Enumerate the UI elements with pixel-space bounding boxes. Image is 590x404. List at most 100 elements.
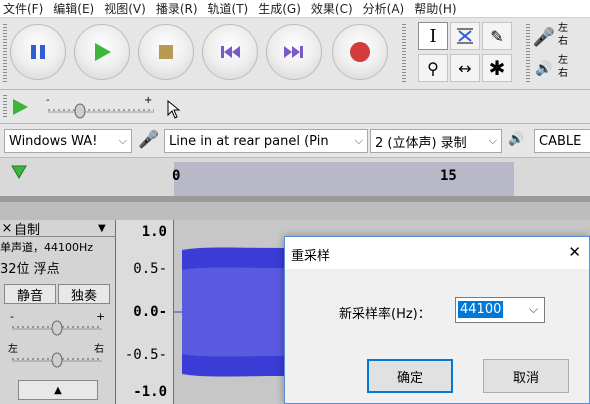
mute-button[interactable]: 静音 [4, 284, 56, 304]
record-meter-left-label: 左 [558, 23, 568, 34]
track-format-info: 单声道，44100Hz [0, 241, 94, 254]
skip-end-icon [284, 46, 303, 58]
pan-slider[interactable]: 左 右 [8, 342, 108, 368]
pause-button[interactable] [10, 24, 66, 80]
chevron-down-icon: ⌵ [488, 134, 497, 147]
svg-text:-: - [46, 95, 50, 106]
menu-bar: 文件(F) 编辑(E) 视图(V) 播录(R) 轨道(T) 生成(G) 效果(C… [0, 0, 590, 18]
menu-tracks[interactable]: 轨道(T) [205, 0, 256, 17]
microphone-icon[interactable]: 🎤 [532, 24, 556, 50]
menu-record[interactable]: 播录(R) [153, 0, 205, 17]
chevron-down-icon[interactable]: ⌵ [529, 302, 538, 317]
zoom-tool[interactable]: ⚲ [418, 54, 448, 82]
skip-end-button[interactable] [266, 24, 322, 80]
timeline-options-icon[interactable] [10, 164, 28, 180]
record-meter-right-label: 右 [558, 36, 568, 47]
ok-button[interactable]: 确定 [367, 359, 453, 393]
track-close-button[interactable]: × [0, 221, 14, 236]
pan-left-label: 左 [8, 342, 18, 355]
draw-tool[interactable]: ✎ [482, 22, 512, 50]
device-toolbar: Windows WA! ⌵ 🎤 Line in at rear panel (P… [0, 124, 590, 158]
pan-right-label: 右 [94, 342, 104, 355]
menu-view[interactable]: 视图(V) [101, 0, 153, 17]
envelope-icon [457, 28, 473, 44]
gain-slider[interactable]: - + [8, 310, 108, 336]
menu-effect[interactable]: 效果(C) [308, 0, 360, 17]
menu-analyze[interactable]: 分析(A) [360, 0, 412, 17]
play-at-speed-toolbar: - + [0, 90, 590, 124]
ruler-label-minus-0.5: -0.5- [124, 347, 167, 363]
gain-minus-label: - [10, 310, 14, 323]
double-arrow-icon: ↔ [458, 58, 472, 78]
input-device-select[interactable]: Line in at rear panel (Pin ⌵ [164, 129, 368, 153]
ruler-label-1.0: 1.0 [141, 224, 167, 240]
chevron-down-icon: ⌵ [354, 134, 363, 147]
pause-icon [31, 45, 45, 59]
toolbar-grip[interactable] [3, 24, 7, 82]
play-meter-left-label: 左 [558, 55, 568, 66]
channels-select[interactable]: 2 (立体声) 录制 ⌵ [370, 129, 502, 153]
caret-down-icon[interactable]: ▼ [98, 223, 116, 234]
ruler-label-0.0: 0.0- [133, 304, 167, 320]
ruler-label-minus-1.0: -1.0 [133, 384, 167, 400]
skip-start-icon [221, 46, 240, 58]
resample-dialog: 重采样 ✕ 新采样率(Hz)： 44100 ⌵ 确定 取消 [284, 236, 590, 404]
meter-grip[interactable] [526, 24, 530, 82]
ruler-label-0.5: 0.5- [133, 261, 167, 277]
menu-help[interactable]: 帮助(H) [411, 0, 463, 17]
asterisk-icon: ✱ [488, 56, 506, 80]
menu-file[interactable]: 文件(F) [0, 0, 50, 17]
solo-button[interactable]: 独奏 [58, 284, 110, 304]
timeline-ruler[interactable]: 0 15 [0, 158, 590, 202]
meter-toolbar: 🎤 左 右 🔊 左 右 [532, 22, 590, 86]
vertical-ruler: 1.0 0.5- 0.0- -0.5- -1.0 [116, 220, 174, 404]
tools-grip[interactable] [402, 24, 406, 82]
dialog-titlebar: 重采样 ✕ [285, 237, 589, 269]
play-at-speed-icon[interactable] [10, 97, 30, 117]
output-device-value: CABLE [539, 133, 582, 149]
sample-rate-value[interactable]: 44100 [458, 301, 504, 318]
speed-grip[interactable] [3, 95, 7, 119]
skip-start-button[interactable] [202, 24, 258, 80]
pencil-icon: ✎ [490, 26, 504, 46]
cancel-button[interactable]: 取消 [483, 359, 569, 393]
sample-rate-label: 新采样率(Hz)： [339, 307, 431, 322]
selection-tool[interactable]: I [418, 22, 448, 50]
speed-slider[interactable]: - + [40, 94, 160, 120]
speaker-icon[interactable]: 🔊 [532, 56, 556, 82]
track-bitdepth-info: 32位 浮点 [0, 262, 60, 277]
record-icon [350, 42, 370, 62]
record-button[interactable] [332, 24, 388, 80]
envelope-tool[interactable] [450, 22, 480, 50]
dialog-close-button[interactable]: ✕ [568, 243, 581, 261]
output-device-select[interactable]: CABLE [534, 129, 590, 153]
stop-button[interactable] [138, 24, 194, 80]
mouse-cursor-icon [167, 100, 181, 119]
time-shift-tool[interactable]: ↔ [450, 54, 480, 82]
play-button[interactable] [74, 24, 130, 80]
chevron-down-icon: ⌵ [118, 134, 127, 147]
tick-label-15: 15 [440, 168, 457, 184]
channels-value: 2 (立体声) 录制 [375, 135, 467, 151]
track-name-menu[interactable]: 自制 [14, 219, 98, 238]
gain-plus-label: + [96, 310, 105, 323]
track-header: × 自制 ▼ [0, 219, 116, 238]
sample-rate-combo[interactable]: 44100 ⌵ [455, 297, 545, 323]
stop-icon [159, 45, 173, 59]
tick-label-0: 0 [172, 168, 181, 184]
audio-host-select[interactable]: Windows WA! ⌵ [4, 129, 132, 153]
tools-toolbar: I ✎ ⚲ ↔ ✱ [418, 22, 522, 86]
menu-edit[interactable]: 编辑(E) [50, 0, 101, 17]
collapse-track-button[interactable]: ▲ [18, 380, 98, 400]
input-device-value: Line in at rear panel (Pin [169, 133, 329, 149]
speaker-icon: 🔊 [508, 132, 525, 147]
audio-host-value: Windows WA! [9, 133, 98, 149]
record-meter[interactable]: 左 右 [558, 22, 588, 52]
magnifier-icon: ⚲ [427, 58, 439, 78]
play-meter[interactable]: 左 右 [558, 54, 588, 84]
play-icon [95, 43, 111, 61]
svg-text:+: + [144, 95, 152, 106]
menu-generate[interactable]: 生成(G) [255, 0, 308, 17]
multi-tool[interactable]: ✱ [482, 54, 512, 82]
ibeam-icon: I [429, 25, 437, 47]
